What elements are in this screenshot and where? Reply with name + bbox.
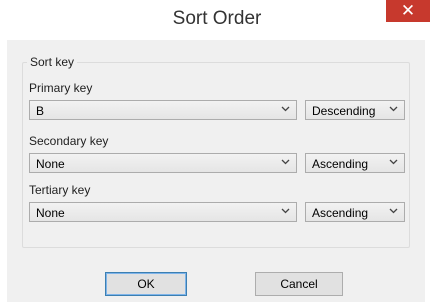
ok-button[interactable]: OK	[105, 272, 187, 296]
close-button[interactable]: ✕	[386, 0, 430, 22]
tertiary-key-column-select[interactable]: None	[29, 202, 297, 222]
sort-key-group-label: Sort key	[30, 55, 75, 69]
title-bar[interactable]: Sort Order ✕	[0, 0, 434, 40]
tertiary-key-column-value: None	[36, 206, 65, 220]
chevron-down-icon	[281, 106, 290, 112]
primary-key-order-select[interactable]: Descending	[305, 100, 405, 120]
tertiary-key-order-value: Ascending	[312, 206, 369, 220]
sort-order-dialog: Sort Order ✕ Sort key Primary key B Desc…	[0, 0, 434, 308]
secondary-key-order-value: Ascending	[312, 157, 369, 171]
chevron-down-icon	[389, 208, 398, 214]
chevron-down-icon	[389, 106, 398, 112]
tertiary-key-order-select[interactable]: Ascending	[305, 202, 405, 222]
primary-key-column-value: B	[36, 104, 45, 118]
dialog-title: Sort Order	[172, 8, 262, 29]
cancel-button[interactable]: Cancel	[255, 272, 343, 296]
chevron-down-icon	[281, 159, 290, 165]
chevron-down-icon	[389, 159, 398, 165]
secondary-key-order-select[interactable]: Ascending	[305, 153, 405, 173]
secondary-key-column-select[interactable]: None	[29, 153, 297, 173]
primary-key-order-value: Descending	[312, 104, 376, 118]
dialog-body: Sort key Primary key B Descending Second…	[7, 40, 425, 302]
chevron-down-icon	[281, 208, 290, 214]
tertiary-key-label: Tertiary key	[29, 183, 91, 197]
secondary-key-label: Secondary key	[29, 134, 109, 148]
secondary-key-column-value: None	[36, 157, 65, 171]
primary-key-column-select[interactable]: B	[29, 100, 297, 120]
primary-key-label: Primary key	[29, 81, 93, 95]
close-icon: ✕	[400, 1, 416, 20]
